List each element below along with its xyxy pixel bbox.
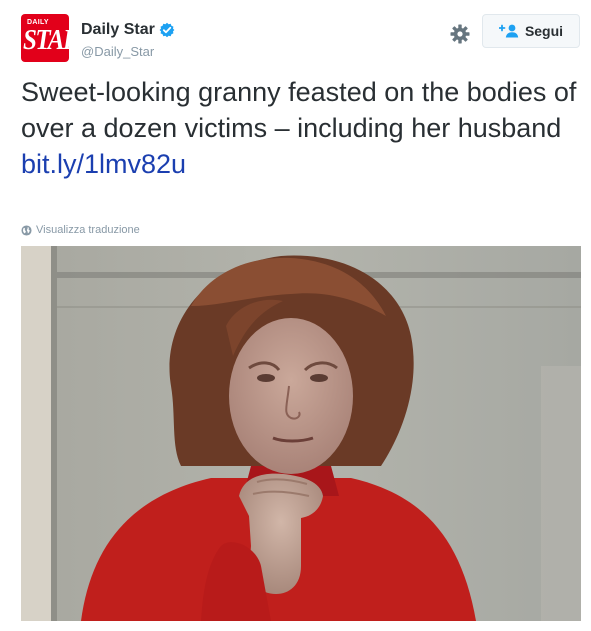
tweet-body: Sweet-looking granny feasted on the bodi… xyxy=(21,74,581,182)
tweet-photo[interactable] xyxy=(21,246,581,621)
globe-icon xyxy=(21,224,32,236)
tweet-link[interactable]: bit.ly/1lmv82u xyxy=(21,146,581,182)
translate-label: Visualizza traduzione xyxy=(36,224,140,236)
display-name[interactable]: Daily Star xyxy=(81,21,155,39)
name-row: Daily Star xyxy=(81,20,175,40)
follow-button[interactable]: Segui xyxy=(482,14,580,48)
handle[interactable]: @Daily_Star xyxy=(81,44,154,59)
tweet-header: DAILY STAR Daily Star @Daily_Star xyxy=(21,14,581,66)
photo-image xyxy=(21,246,581,621)
translate-link[interactable]: Visualizza traduzione xyxy=(21,224,140,236)
avatar-text-main: STAR xyxy=(23,25,69,57)
gear-icon[interactable] xyxy=(450,24,470,44)
verified-badge-icon xyxy=(159,22,175,38)
tweet-text: Sweet-looking granny feasted on the bodi… xyxy=(21,77,577,143)
follow-label: Segui xyxy=(524,23,564,39)
follow-user-plus-icon xyxy=(498,24,519,38)
avatar[interactable]: DAILY STAR xyxy=(21,14,69,62)
